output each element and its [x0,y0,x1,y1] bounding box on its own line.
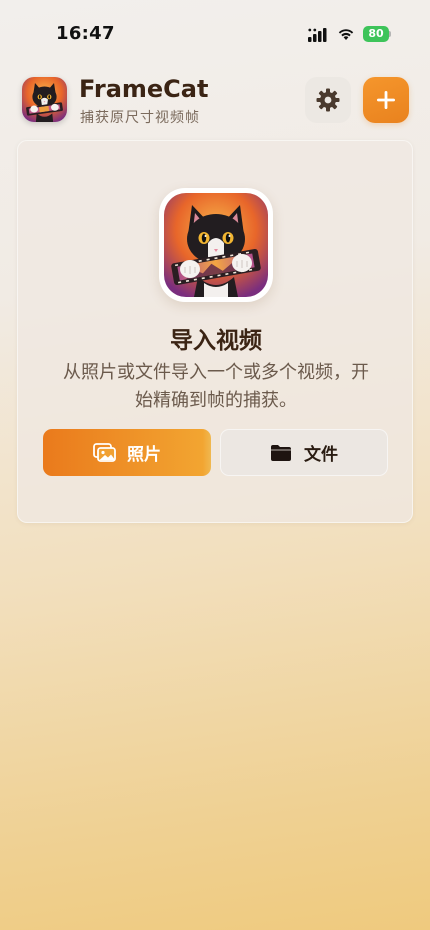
battery-level: 80 [368,27,384,40]
files-label: 文件 [304,445,338,465]
import-description: 从照片或文件导入一个或多个视频，开始精确到帧的捕获。 [63,362,369,411]
folder-icon [271,444,291,461]
gear-icon [316,88,340,112]
wifi-icon [338,29,354,40]
photos-icon [93,442,116,462]
import-files-button[interactable]: 文件 [220,429,388,476]
import-photos-button[interactable]: 照片 [43,429,211,476]
plus-icon [377,91,395,109]
app-title: FrameCat [79,75,209,103]
battery-cap [389,31,391,37]
settings-button[interactable] [305,77,351,123]
status-bar: 16:47 80 [0,0,430,60]
hero-app-icon [159,188,273,302]
app-logo [22,77,67,122]
app-subtitle: 捕获原尺寸视频帧 [80,110,200,126]
import-card: 导入视频 从照片或文件导入一个或多个视频，开始精确到帧的捕获。 照片 文件 [17,140,413,523]
photos-label: 照片 [127,445,161,465]
status-time: 16:47 [56,23,115,44]
cellular-signal-icon [308,28,327,42]
battery-indicator: 80 [363,26,391,42]
add-button[interactable] [363,77,409,123]
import-title: 导入视频 [170,328,262,354]
